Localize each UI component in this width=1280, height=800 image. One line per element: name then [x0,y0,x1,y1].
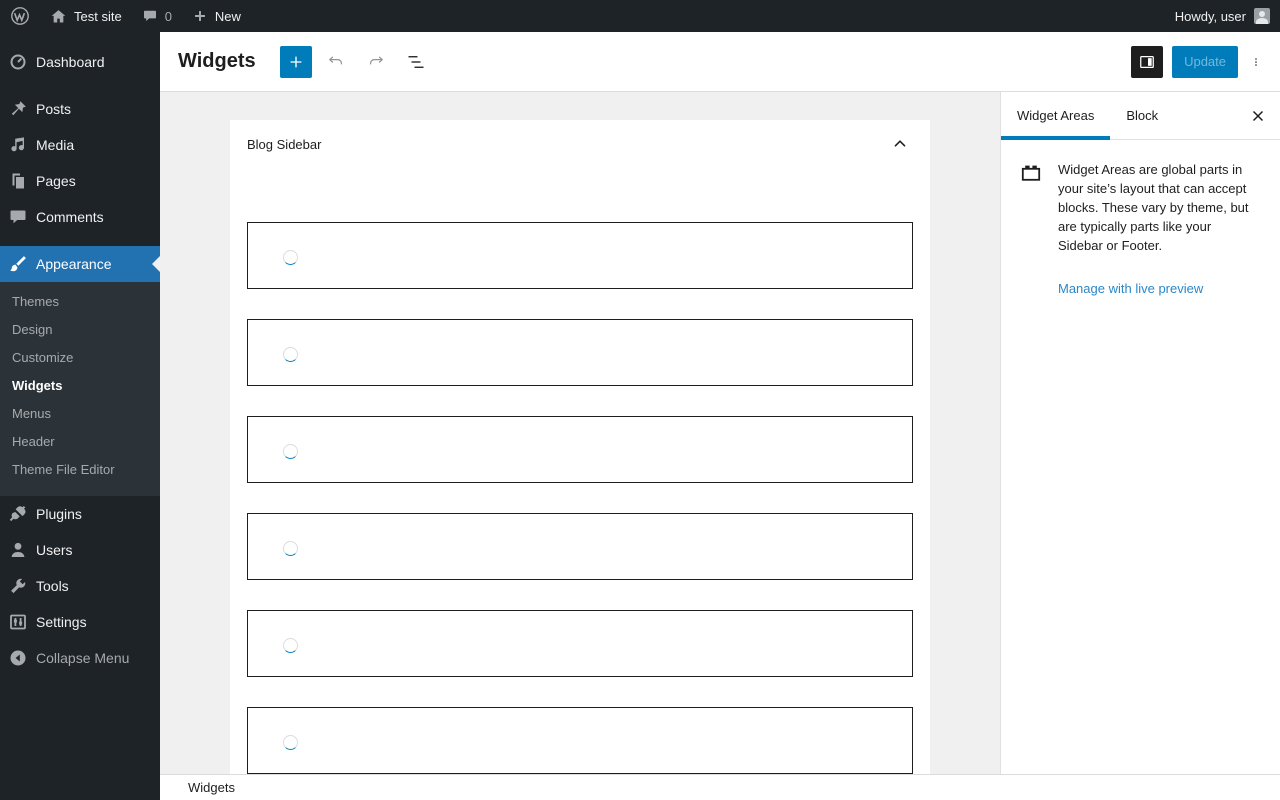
sidebar-item-dashboard[interactable]: Dashboard [0,44,160,80]
sidebar-item-pages[interactable]: Pages [0,163,160,199]
loading-block-placeholder[interactable] [247,416,913,483]
submenu-item-widgets[interactable]: Widgets [0,372,160,400]
list-view-button[interactable] [400,46,432,78]
sidebar-item-tools[interactable]: Tools [0,568,160,604]
block-inserter-button[interactable] [279,45,312,78]
site-name: Test site [74,8,122,24]
submenu-item-header[interactable]: Header [0,428,160,456]
breadcrumb: Widgets [188,780,235,795]
close-sidebar-button[interactable] [1236,92,1280,139]
admin-bar: Test site 0 New Howdy, user [0,0,1280,32]
loading-block-placeholder[interactable] [247,707,913,774]
page-title: Widgets [178,50,256,72]
loading-spinner-icon [283,541,298,556]
active-menu-arrow [152,256,160,272]
options-menu-button[interactable] [1244,46,1268,78]
list-view-icon [408,55,424,68]
widget-area-title: Blog Sidebar [247,136,322,152]
submenu-item-themes[interactable]: Themes [0,288,160,316]
editor-canvas: Blog Sidebar [160,92,1000,774]
editor-header: Widgets Update [160,32,1280,92]
redo-icon [369,55,383,64]
user-avatar [1254,8,1270,24]
collapse-menu-button[interactable]: Collapse Menu [0,640,160,676]
collapse-panel-button[interactable] [882,126,918,162]
loading-block-placeholder[interactable] [247,513,913,580]
loading-spinner-icon [283,638,298,653]
settings-sidebar-toggle-button[interactable] [1131,45,1164,78]
loading-spinner-icon [283,347,298,362]
settings-icon [10,614,26,630]
brush-icon [10,256,26,272]
undo-icon [328,55,342,64]
comments-shortcut[interactable]: 0 [132,0,182,32]
manage-live-preview-link[interactable]: Manage with live preview [1058,281,1203,296]
editor-footer: Widgets [160,774,1280,800]
dashboard-icon [10,54,26,70]
widget-area-panel: Blog Sidebar [230,120,930,774]
submenu-item-theme-file-editor[interactable]: Theme File Editor [0,456,160,484]
undo-button[interactable] [320,46,352,78]
greeting-text: Howdy, user [1174,8,1246,24]
kebab-icon [1255,57,1257,66]
collapse-icon [10,650,26,666]
comment-count: 0 [164,8,172,24]
plus-icon [290,56,302,67]
loading-spinner-icon [283,444,298,459]
admin-side-nav: Dashboard Posts Media Pages Comments App… [0,32,160,800]
new-content-button[interactable]: New [182,0,251,32]
appearance-submenu: Themes Design Customize Widgets Menus Header T… [0,282,160,496]
update-button[interactable]: Update [1172,45,1238,78]
wordpress-logo-button[interactable] [0,0,40,32]
widgets-editor: Widgets Update Blog Sidebar Widget Areas… [160,32,1280,800]
plus-icon [194,11,205,21]
user-icon [11,542,25,557]
home-icon [51,9,66,22]
comments-icon [10,210,26,224]
sidebar-item-settings[interactable]: Settings [0,604,160,640]
redo-button[interactable] [360,46,392,78]
tab-block[interactable]: Block [1110,92,1174,139]
loading-spinner-icon [283,250,298,265]
loading-spinner-icon [283,735,298,750]
comment-bubble-icon [143,10,156,22]
sidebar-item-appearance[interactable]: Appearance [0,246,160,282]
pages-icon [12,173,24,189]
inspector-tabs: Widget Areas Block [1001,92,1280,140]
wrench-icon [11,578,26,594]
close-icon [1252,110,1264,121]
chevron-up-icon [894,140,906,147]
widget-area-icon [1021,165,1041,181]
wordpress-logo-icon [11,7,29,25]
tab-widget-areas[interactable]: Widget Areas [1001,92,1111,140]
visit-site-link[interactable]: Test site [40,0,132,32]
plugin-icon [9,506,26,522]
sidebar-item-posts[interactable]: Posts [0,91,160,127]
editor-body: Blog Sidebar Widget Areas Block Widget A… [160,92,1280,774]
submenu-item-design[interactable]: Design [0,316,160,344]
inspector-sidebar: Widget Areas Block Widget Areas are glob… [1000,92,1280,774]
nav-separator [0,235,160,246]
account-menu[interactable]: Howdy, user [1165,0,1246,32]
widget-areas-description: Widget Areas are global parts in your si… [1058,162,1249,253]
sidebar-item-comments[interactable]: Comments [0,199,160,235]
sidebar-item-plugins[interactable]: Plugins [0,496,160,532]
widget-area-header: Blog Sidebar [230,120,930,168]
new-label: New [214,8,241,24]
loading-block-placeholder[interactable] [247,319,913,386]
nav-separator [0,80,160,91]
submenu-item-customize[interactable]: Customize [0,344,160,372]
sidebar-panel-icon [1140,55,1154,68]
media-icon [11,137,25,152]
loading-block-placeholder[interactable] [247,222,913,289]
sidebar-item-media[interactable]: Media [0,127,160,163]
inspector-description-row: Widget Areas are global parts in your si… [1001,140,1280,255]
loading-block-placeholder[interactable] [247,610,913,677]
blocks-list [230,168,930,774]
sidebar-item-users[interactable]: Users [0,532,160,568]
pin-icon [11,101,26,116]
submenu-item-menus[interactable]: Menus [0,400,160,428]
